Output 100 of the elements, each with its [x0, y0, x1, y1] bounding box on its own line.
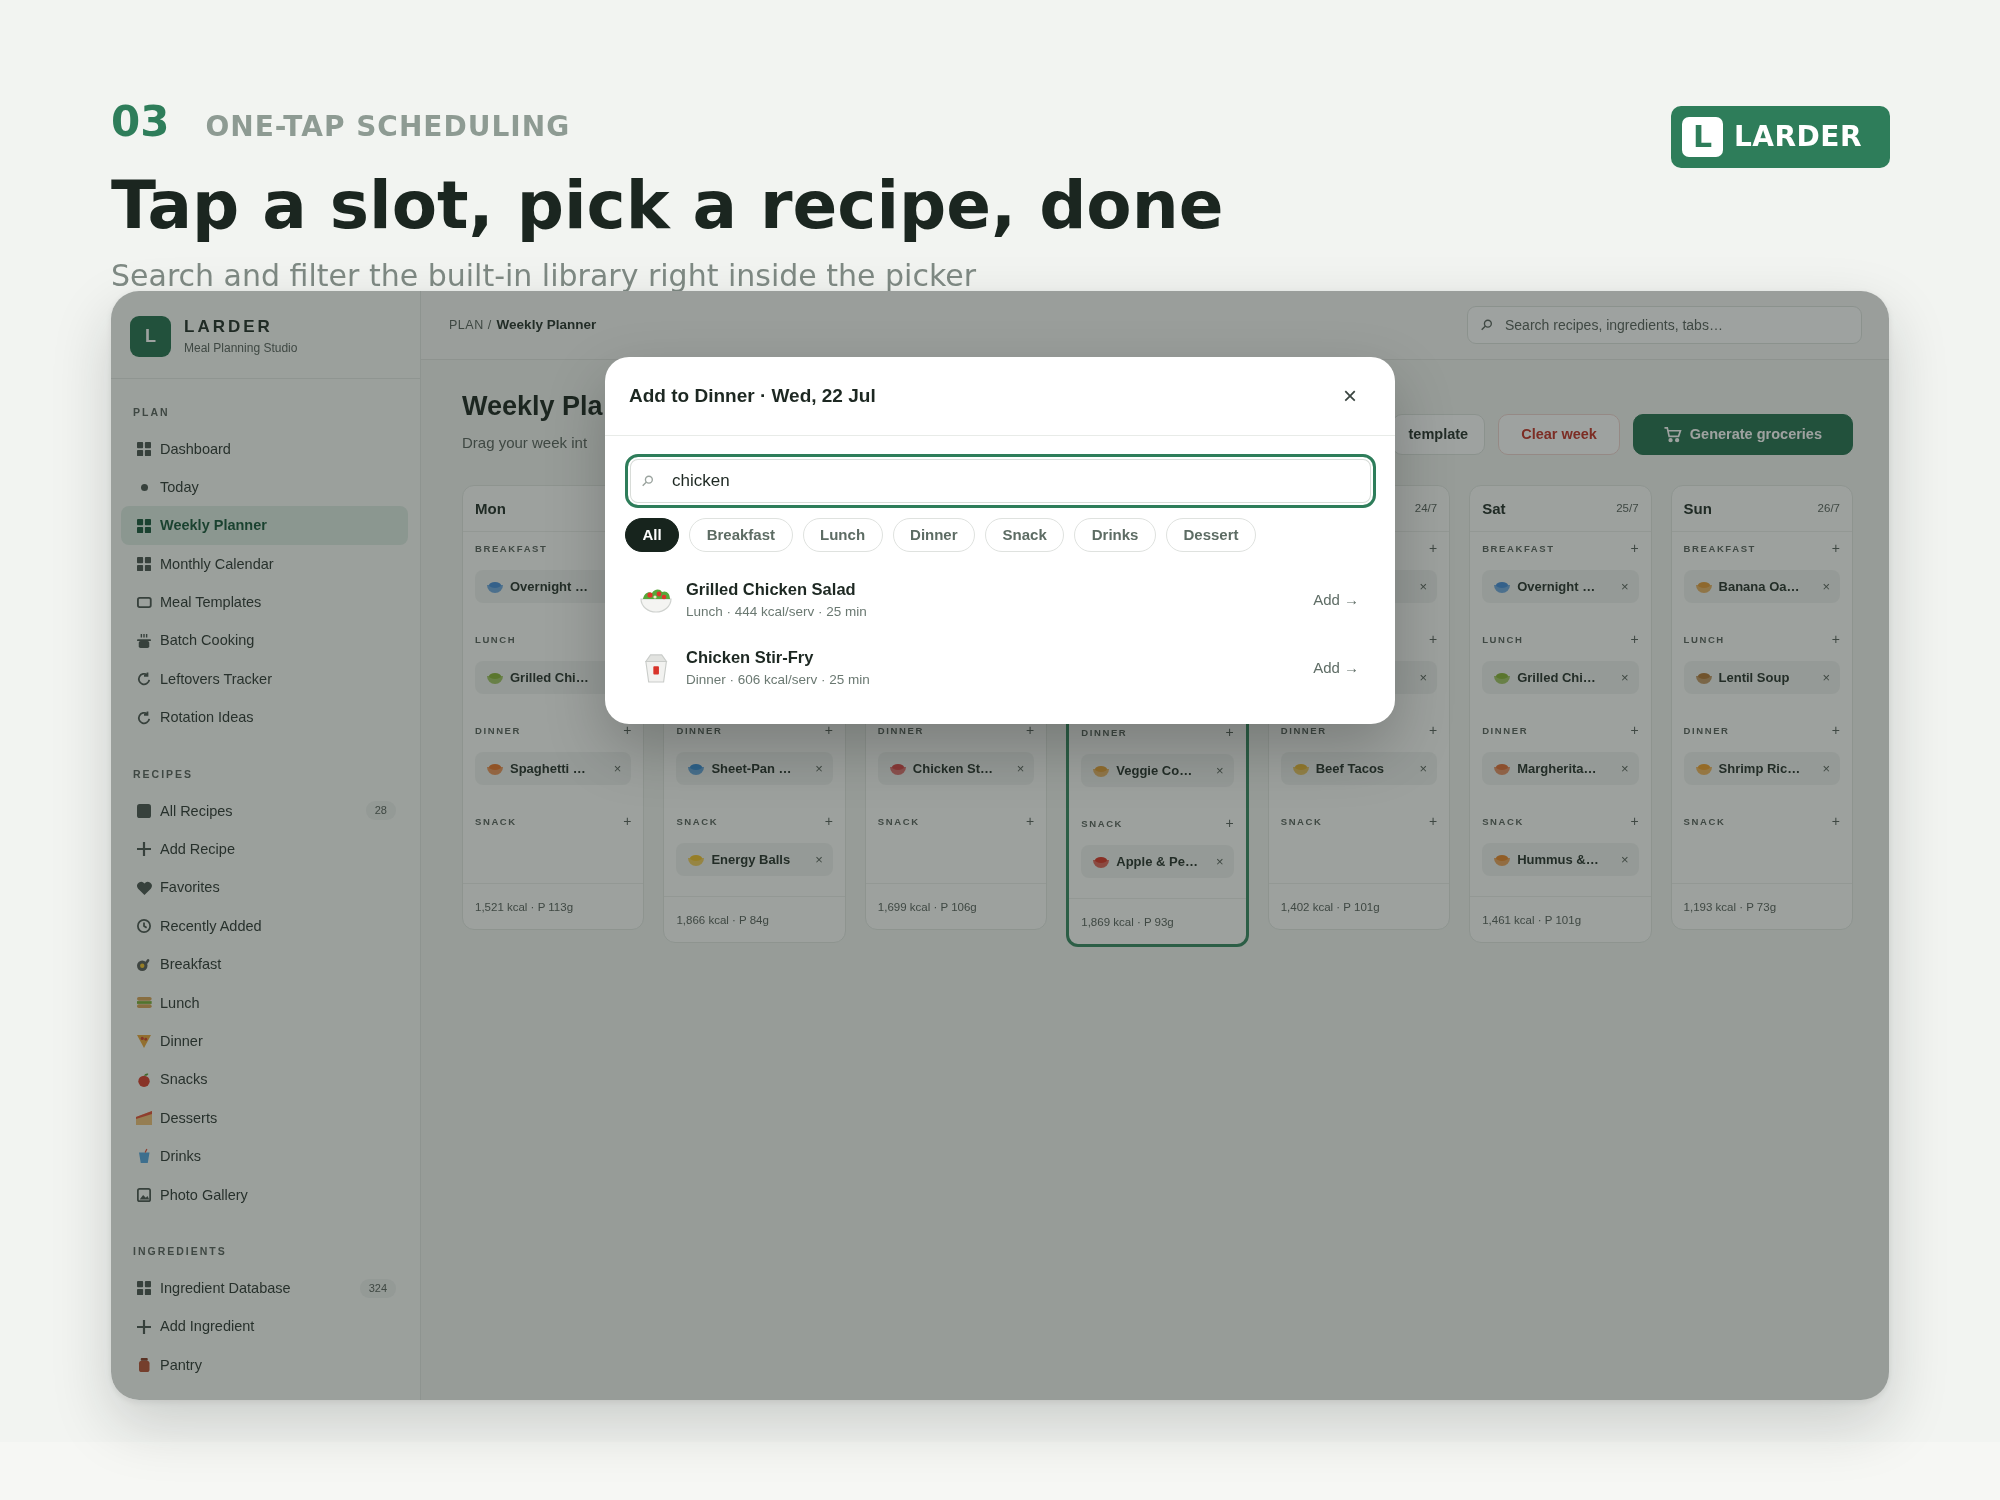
meal-chip[interactable]: Shrimp Ric… ×	[1683, 752, 1840, 785]
sidebar-item[interactable]: Today	[121, 468, 408, 507]
meal-chip[interactable]: Margherita… ×	[1482, 752, 1639, 785]
section-label: PLAN	[132, 404, 171, 419]
filter-chip[interactable]: All	[625, 517, 680, 552]
remove-button[interactable]: ×	[1419, 580, 1428, 593]
add-slot-button[interactable]: +	[1630, 724, 1639, 737]
sidebar-item[interactable]: Dashboard	[121, 429, 408, 468]
sidebar-item[interactable]: Recently Added	[121, 906, 408, 946]
add-slot-button[interactable]: +	[1428, 724, 1438, 737]
bowl-icon	[487, 671, 503, 684]
add-slot-button[interactable]: +	[1225, 726, 1234, 739]
meal-chip[interactable]: Lentil Soup ×	[1683, 661, 1840, 694]
add-slot-button[interactable]: +	[1026, 724, 1035, 737]
add-slot-button[interactable]: +	[1630, 542, 1639, 555]
meal-chip[interactable]: Beef Tacos ×	[1280, 752, 1438, 785]
brand-tagline: Meal Planning Studio	[184, 342, 298, 355]
bowl-icon	[1093, 855, 1110, 868]
filter-chip[interactable]: Dessert	[1165, 517, 1256, 552]
sidebar-item[interactable]: Pantry	[121, 1345, 408, 1385]
add-slot-button[interactable]: +	[1831, 542, 1840, 555]
day-totals: 1,699 kcal · P 106g	[877, 901, 977, 913]
add-slot-button[interactable]: +	[824, 724, 833, 737]
sidebar-item[interactable]: Drinks	[121, 1137, 408, 1176]
meal-chip[interactable]: Grilled Chi… ×	[1482, 661, 1639, 694]
generate-groceries-button[interactable]: Generate groceries	[1632, 414, 1853, 455]
sidebar-item[interactable]: Meal Templates	[121, 583, 408, 622]
dialog-title: Add to Dinner · Wed, 22 Jul	[629, 386, 876, 406]
remove-button[interactable]: ×	[1822, 580, 1830, 593]
filter-chip[interactable]: Drinks	[1074, 517, 1156, 552]
add-slot-button[interactable]: +	[1630, 815, 1639, 828]
sidebar-item[interactable]: Desserts	[121, 1098, 408, 1138]
meal-chip[interactable]: Hummus &… ×	[1482, 843, 1639, 876]
meal-chip[interactable]: Energy Balls ×	[676, 843, 833, 876]
remove-button[interactable]: ×	[1419, 671, 1428, 684]
add-slot-button[interactable]: +	[1630, 633, 1639, 646]
remove-button[interactable]: ×	[1620, 580, 1629, 593]
page-title: Weekly Pla	[462, 389, 603, 422]
add-slot-button[interactable]: +	[623, 815, 632, 828]
meal-chip[interactable]: Sheet-Pan … ×	[676, 752, 833, 785]
sidebar-item[interactable]: Add Recipe	[121, 830, 408, 869]
remove-button[interactable]: ×	[1016, 762, 1025, 775]
remove-button[interactable]: ×	[1216, 764, 1224, 777]
remove-button[interactable]: ×	[1620, 671, 1629, 684]
sidebar-item[interactable]: Monthly Calendar	[121, 544, 408, 584]
search-field[interactable]: Search recipes, ingredients, tabs…	[1467, 305, 1862, 344]
slot-label: SNACK	[1280, 816, 1323, 827]
remove-button[interactable]: ×	[1822, 762, 1830, 775]
add-slot-button[interactable]: +	[1225, 817, 1234, 830]
add-slot-button[interactable]: +	[1428, 815, 1438, 828]
meal-chip[interactable]: Veggie Co… ×	[1081, 754, 1234, 787]
sidebar-item[interactable]: Breakfast	[121, 945, 408, 984]
add-slot-button[interactable]: +	[824, 815, 833, 828]
add-slot-button[interactable]: +	[1428, 542, 1438, 555]
add-slot-button[interactable]: +	[1026, 815, 1035, 828]
meal-chip[interactable]: Overnight … ×	[1482, 570, 1639, 603]
add-slot-button[interactable]: +	[1428, 633, 1438, 646]
dot-icon	[140, 483, 148, 491]
add-slot-button[interactable]: +	[1831, 815, 1840, 828]
meal-chip[interactable]: Banana Oa… ×	[1683, 570, 1840, 603]
frying-pan-icon	[137, 957, 151, 972]
day-date: 25/7	[1616, 502, 1639, 515]
meal-chip[interactable]: Chicken St… ×	[877, 752, 1035, 785]
remove-button[interactable]: ×	[613, 762, 622, 775]
sidebar-item[interactable]: Ingredient Database 324	[121, 1269, 408, 1308]
remove-button[interactable]: ×	[1216, 855, 1224, 868]
filter-chip[interactable]: Lunch	[802, 517, 883, 552]
sidebar-item[interactable]: Lunch	[121, 983, 408, 1023]
day-totals: 1,869 kcal · P 93g	[1081, 916, 1174, 928]
add-button[interactable]: Add →	[1313, 588, 1359, 612]
clear-week-button[interactable]: Clear week	[1498, 414, 1620, 455]
close-button[interactable]: ×	[1334, 379, 1366, 412]
sidebar-item[interactable]: Leftovers Tracker	[121, 659, 408, 699]
add-slot-button[interactable]: +	[1831, 724, 1840, 737]
meal-chip[interactable]: Spaghetti … ×	[475, 752, 632, 785]
add-button[interactable]: Add →	[1313, 656, 1359, 680]
remove-button[interactable]: ×	[815, 762, 823, 775]
meal-chip[interactable]: Apple & Pe… ×	[1081, 845, 1234, 878]
remove-button[interactable]: ×	[1419, 762, 1428, 775]
filter-chip[interactable]: Breakfast	[689, 517, 793, 552]
filter-chip[interactable]: Snack	[985, 517, 1065, 552]
add-slot-button[interactable]: +	[1831, 633, 1840, 646]
sidebar-item[interactable]: Favorites	[121, 868, 408, 907]
remove-button[interactable]: ×	[1620, 762, 1629, 775]
sidebar-item[interactable]: Photo Gallery	[121, 1175, 408, 1214]
sidebar-item[interactable]: Weekly Planner	[121, 506, 408, 545]
sidebar-item[interactable]: Batch Cooking	[121, 621, 408, 660]
add-slot-button[interactable]: +	[623, 724, 632, 737]
breadcrumb-current: Weekly Planner	[496, 317, 597, 332]
remove-button[interactable]: ×	[815, 853, 823, 866]
filter-chip[interactable]: Dinner	[892, 517, 976, 552]
sidebar-item[interactable]: Snacks	[121, 1060, 408, 1099]
sidebar-item[interactable]: Rotation Ideas	[121, 698, 408, 737]
sidebar-item[interactable]: Add Ingredient	[121, 1307, 408, 1346]
remove-button[interactable]: ×	[1620, 853, 1629, 866]
slot-label: SNACK	[1081, 818, 1124, 829]
search-field[interactable]: chicken	[625, 453, 1376, 508]
remove-button[interactable]: ×	[1822, 671, 1830, 684]
sidebar-item[interactable]: Dinner	[121, 1022, 408, 1061]
sidebar-item[interactable]: All Recipes 28	[121, 791, 408, 831]
